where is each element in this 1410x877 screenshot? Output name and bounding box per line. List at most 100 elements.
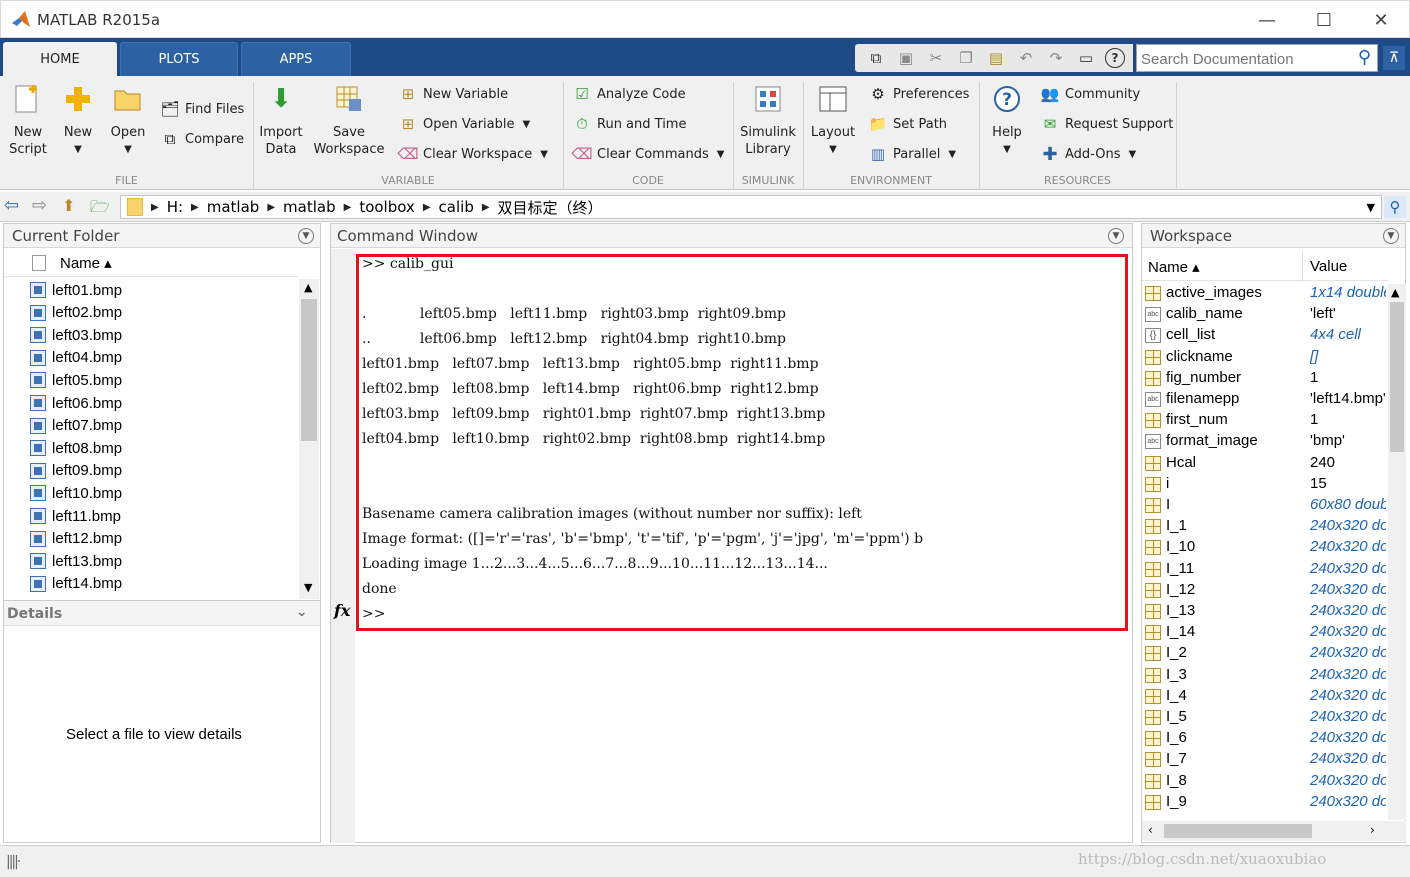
path-segment[interactable]: matlab — [207, 198, 260, 216]
current-folder-path[interactable]: ▶ H: ▶ matlab ▶ matlab ▶ toolbox ▶ calib ▶ 双目标… — [120, 195, 1382, 219]
name-column-header[interactable]: Name ▴ — [60, 254, 112, 272]
tab-plots[interactable]: PLOTS — [120, 42, 238, 76]
workspace-variable-row[interactable]: clickname [] — [1142, 347, 1388, 368]
file-row[interactable]: left06.bmp — [30, 392, 122, 414]
preferences-button[interactable]: ⚙ Preferences — [868, 83, 969, 105]
workspace-variable-row[interactable]: I_11 240x320 double — [1142, 559, 1388, 580]
panel-actions-icon[interactable]: ▼ — [1383, 227, 1399, 244]
help-icon[interactable]: ? — [1105, 48, 1125, 68]
workspace-hscrollbar[interactable]: ‹ › — [1142, 821, 1406, 841]
file-row[interactable]: left09.bmp — [30, 460, 122, 482]
path-segment[interactable]: H: — [167, 198, 183, 216]
maximize-button[interactable]: ☐ — [1296, 1, 1352, 39]
details-header[interactable]: Details ⌄ — [4, 600, 320, 626]
find-files-button[interactable]: 🗂 Find Files — [160, 98, 244, 120]
workspace-variable-row[interactable]: I_4 240x320 double — [1142, 686, 1388, 707]
workspace-variable-row[interactable]: active_images 1x14 double — [1142, 283, 1388, 304]
compare-button[interactable]: ⧉ Compare — [160, 128, 244, 150]
path-segment[interactable]: matlab — [283, 198, 336, 216]
workspace-variable-row[interactable]: I_1 240x320 double — [1142, 516, 1388, 537]
cut-icon[interactable]: ✂ — [925, 48, 947, 68]
workspace-variable-row[interactable]: Hcal 240 — [1142, 453, 1388, 474]
path-dropdown-icon[interactable]: ▼ — [1367, 201, 1375, 214]
parallel-button[interactable]: ▥ Parallel ▼ — [868, 143, 956, 165]
set-path-button[interactable]: 📁 Set Path — [868, 113, 947, 135]
paste-icon[interactable]: ▤ — [985, 48, 1007, 68]
search-documentation-input[interactable] — [1141, 49, 1341, 69]
name-column-header[interactable]: Name ▴ — [1148, 258, 1200, 276]
file-row[interactable]: left04.bmp — [30, 347, 122, 369]
save-workspace-button[interactable]: Save Workspace — [312, 82, 386, 158]
new-button[interactable]: New ▼ — [56, 82, 100, 158]
copy-icon[interactable]: ❐ — [955, 48, 977, 68]
scroll-left-icon[interactable]: ‹ — [1148, 823, 1153, 837]
file-row[interactable]: left07.bmp — [30, 415, 122, 437]
workspace-variable-row[interactable]: I_8 240x320 double — [1142, 771, 1388, 792]
switch-windows-icon[interactable]: ▭ — [1075, 48, 1097, 68]
workspace-variable-row[interactable]: I_13 240x320 double — [1142, 601, 1388, 622]
file-row[interactable]: left11.bmp — [30, 505, 121, 527]
layout-button[interactable]: Layout ▼ — [810, 82, 856, 158]
tab-home[interactable]: HOME — [3, 42, 117, 76]
clear-commands-button[interactable]: ⌫ Clear Commands ▼ — [571, 143, 724, 165]
workspace-variable-row[interactable]: I_2 240x320 double — [1142, 643, 1388, 664]
scroll-right-icon[interactable]: › — [1370, 823, 1375, 837]
file-row[interactable]: left05.bmp — [30, 369, 122, 391]
search-folder-icon[interactable]: ⚲ — [1384, 196, 1406, 218]
workspace-variable-row[interactable]: I_5 240x320 double — [1142, 707, 1388, 728]
file-row[interactable]: left13.bmp — [30, 550, 122, 572]
collapse-ribbon-button[interactable]: ⊼ — [1383, 46, 1405, 70]
scroll-down-icon[interactable]: ▼ — [304, 581, 312, 594]
help-button[interactable]: ? Help ▼ — [985, 82, 1029, 158]
search-icon[interactable]: ⚲ — [1358, 47, 1371, 68]
browse-folder-icon[interactable]: 🗁 — [90, 196, 110, 223]
open-button[interactable]: Open ▼ — [106, 82, 150, 158]
workspace-variable-row[interactable]: fig_number 1 — [1142, 368, 1388, 389]
workspace-variable-row[interactable]: abc calib_name 'left' — [1142, 304, 1388, 325]
new-script-button[interactable]: New Script — [6, 82, 50, 158]
workspace-variable-row[interactable]: I_3 240x320 double — [1142, 665, 1388, 686]
request-support-button[interactable]: ✉ Request Support — [1040, 113, 1174, 135]
save-icon[interactable]: ▣ — [895, 48, 917, 68]
file-row[interactable]: left10.bmp — [30, 482, 122, 504]
run-and-time-button[interactable]: ⏱ Run and Time — [572, 113, 686, 135]
file-row[interactable]: left12.bmp — [30, 528, 122, 550]
workspace-variable-row[interactable]: abc format_image 'bmp' — [1142, 431, 1388, 452]
undo-icon[interactable]: ↶ — [1015, 48, 1037, 68]
tab-apps[interactable]: APPS — [241, 42, 351, 76]
workspace-variable-row[interactable]: abc filenamepp 'left14.bmp' — [1142, 389, 1388, 410]
close-button[interactable]: ✕ — [1353, 1, 1409, 39]
redo-icon[interactable]: ↷ — [1045, 48, 1067, 68]
new-variable-button[interactable]: ⊞ New Variable — [398, 83, 508, 105]
scroll-thumb[interactable] — [1164, 824, 1312, 838]
scroll-thumb[interactable] — [1390, 302, 1404, 452]
workspace-variable-row[interactable]: {} cell_list 4x4 cell — [1142, 325, 1388, 346]
analyze-code-button[interactable]: ☑ Analyze Code — [572, 83, 685, 105]
file-list-scrollbar[interactable]: ▲ ▼ — [299, 279, 319, 599]
panel-actions-icon[interactable]: ▼ — [298, 227, 314, 244]
file-row[interactable]: left01.bmp — [30, 279, 122, 301]
community-button[interactable]: 👥 Community — [1040, 83, 1141, 105]
workspace-variable-row[interactable]: I_14 240x320 double — [1142, 622, 1388, 643]
scroll-thumb[interactable] — [301, 299, 317, 441]
value-column-header[interactable]: Value — [1310, 258, 1347, 275]
workspace-variable-row[interactable]: I_6 240x320 double — [1142, 728, 1388, 749]
workspace-variable-row[interactable]: I_12 240x320 double — [1142, 580, 1388, 601]
open-variable-button[interactable]: ⊞ Open Variable ▼ — [398, 113, 531, 135]
simulink-library-button[interactable]: Simulink Library — [740, 82, 796, 158]
chevron-down-icon[interactable]: ⌄ — [296, 604, 308, 620]
minimize-button[interactable]: — — [1239, 1, 1295, 39]
workspace-variable-row[interactable]: first_num 1 — [1142, 410, 1388, 431]
workspace-variable-row[interactable]: I 60x80 double — [1142, 495, 1388, 516]
shortcut-icon[interactable]: ⧉ — [865, 48, 887, 68]
file-row[interactable]: left08.bmp — [30, 437, 122, 459]
import-data-button[interactable]: ⬇ Import Data — [258, 82, 304, 158]
add-ons-button[interactable]: ✚ Add-Ons ▼ — [1040, 143, 1136, 165]
path-segment[interactable]: toolbox — [359, 198, 415, 216]
up-folder-icon[interactable]: ⬆ — [62, 196, 75, 215]
workspace-vscrollbar[interactable]: ▲ — [1388, 284, 1406, 820]
file-row[interactable]: left14.bmp — [30, 573, 122, 595]
file-row[interactable]: left02.bmp — [30, 302, 122, 324]
forward-arrow-icon[interactable]: ⇨ — [32, 195, 47, 216]
path-segment[interactable]: calib — [439, 198, 474, 216]
